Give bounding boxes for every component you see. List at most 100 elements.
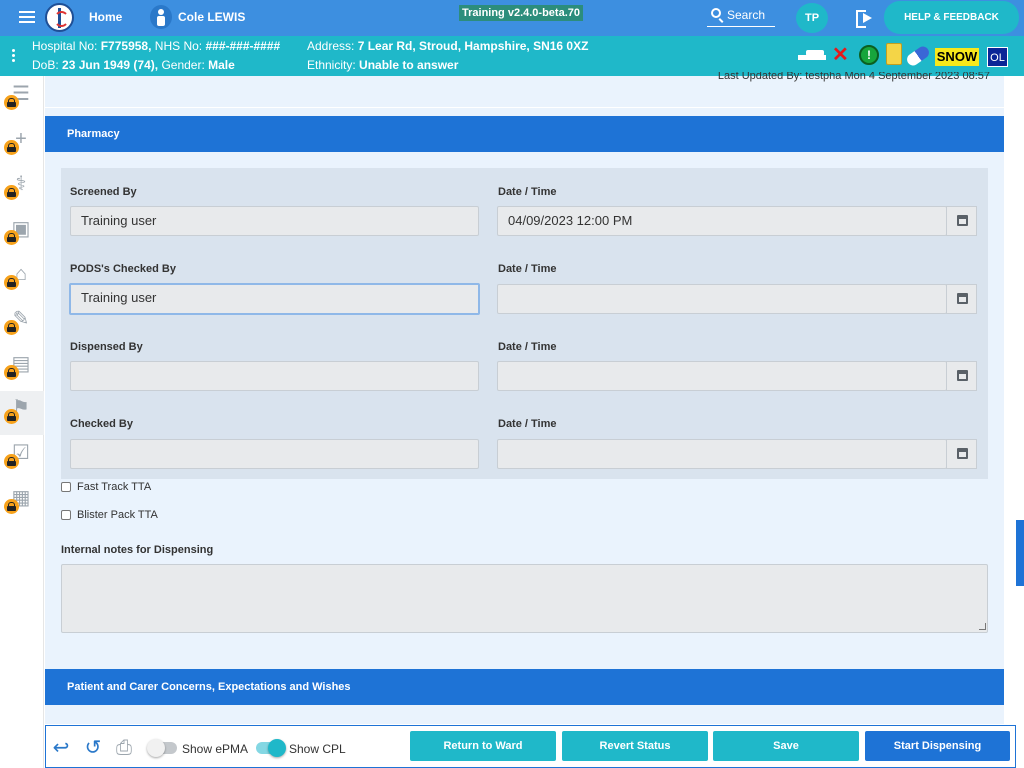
address-label: Address: (307, 39, 355, 53)
hospital-nhs-line: Hospital No: F775958, NHS No: ###-###-##… (32, 39, 280, 53)
internal-notes-textarea[interactable] (61, 564, 988, 633)
concerns-section-header[interactable]: Patient and Carer Concerns, Expectations… (45, 669, 1004, 705)
nhs-no-label: NHS No: (154, 39, 203, 53)
show-cpl-toggle[interactable] (256, 739, 286, 757)
screened-by-label: Screened By (70, 186, 137, 198)
show-cpl-label: Show CPL (289, 742, 346, 756)
pods-datetime-input[interactable] (497, 284, 947, 314)
version-badge: Training v2.4.0-beta.70 (459, 5, 583, 21)
start-dispensing-button[interactable]: Start Dispensing (865, 731, 1010, 761)
lock-icon (4, 275, 19, 290)
gender-label: Gender: (161, 58, 205, 72)
rail-item[interactable]: ⌂ (0, 257, 44, 301)
dispensed-calendar-button[interactable] (946, 361, 977, 391)
ethnicity-line: Ethnicity: Unable to answer (307, 58, 458, 72)
screened-by-input[interactable]: Training user (70, 206, 479, 236)
app-logo[interactable] (45, 3, 74, 32)
screened-datetime-input[interactable]: 04/09/2023 12:00 PM (497, 206, 947, 236)
screened-calendar-button[interactable] (946, 206, 977, 236)
patient-person-icon (150, 5, 172, 29)
search-label: Search (727, 8, 766, 22)
undo-icon[interactable]: ↩ (51, 738, 71, 758)
return-to-ward-button[interactable]: Return to Ward (410, 731, 556, 761)
internal-notes-label: Internal notes for Dispensing (61, 544, 214, 556)
help-feedback-button[interactable]: HELP & FEEDBACK (884, 1, 1019, 34)
pods-checked-by-input[interactable]: Training user (69, 283, 480, 315)
dob-label: DoB: (32, 58, 59, 72)
home-link[interactable]: Home (89, 10, 122, 24)
history-icon[interactable]: ↺ (83, 738, 103, 758)
blister-pack-row[interactable]: Blister Pack TTA (61, 509, 158, 521)
address-value: 7 Lear Rd, Stroud, Hampshire, SN16 0XZ (357, 39, 589, 53)
dispensed-by-input[interactable] (70, 361, 479, 391)
red-cross-icon[interactable]: ✕ (832, 45, 852, 65)
last-updated-text: Last Updated By: testpha Mon 4 September… (717, 72, 990, 82)
dob-value: 23 Jun 1949 (74), (62, 58, 159, 72)
toggle-knob (268, 739, 286, 757)
calendar-icon (957, 293, 968, 304)
rail-item[interactable]: ▤ (0, 347, 44, 391)
lock-icon (4, 185, 19, 200)
ethnicity-value: Unable to answer (359, 58, 459, 72)
calendar-icon (957, 448, 968, 459)
resize-grip-icon[interactable] (979, 623, 986, 630)
show-epma-toggle[interactable] (147, 739, 177, 757)
lock-icon (4, 499, 19, 514)
checked-by-input[interactable] (70, 439, 479, 469)
lock-icon (4, 230, 19, 245)
rail-item[interactable]: ▦ (0, 481, 44, 525)
rail-item[interactable]: ⚕ (0, 167, 44, 211)
rail-item[interactable]: ✎ (0, 302, 44, 346)
address-line: Address: 7 Lear Rd, Stroud, Hampshire, S… (307, 39, 588, 53)
left-nav-rail: ☰ + ⚕ ▣ ⌂ ✎ ▤ ⚑ ☑ ▦ (0, 76, 44, 768)
dispensed-by-label: Dispensed By (70, 341, 143, 353)
calendar-icon (957, 370, 968, 381)
dob-gender-line: DoB: 23 Jun 1949 (74), Gender: Male (32, 58, 235, 72)
dispensed-datetime-label: Date / Time (498, 341, 557, 353)
checked-calendar-button[interactable] (946, 439, 977, 469)
checked-datetime-input[interactable] (497, 439, 947, 469)
snow-flag[interactable]: SNOW (935, 48, 979, 66)
lock-icon (4, 140, 19, 155)
search-icon (711, 8, 721, 18)
blister-pack-label: Blister Pack TTA (77, 509, 158, 521)
more-options-icon[interactable] (12, 49, 16, 64)
save-button[interactable]: Save (713, 731, 859, 761)
rail-item[interactable]: ▣ (0, 212, 44, 256)
ethnicity-label: Ethnicity: (307, 58, 356, 72)
rail-item[interactable]: ☰ (0, 77, 44, 121)
bed-icon[interactable] (798, 47, 826, 64)
toggle-knob (147, 739, 165, 757)
footer-toolbar: ↩ ↺ ⎙ Show ePMA Show CPL Return to Ward … (45, 725, 1016, 768)
rail-item[interactable]: ⚑ (0, 391, 44, 435)
revert-status-button[interactable]: Revert Status (562, 731, 708, 761)
nhs-no-value: ###-###-#### (205, 39, 281, 53)
checked-by-label: Checked By (70, 418, 133, 430)
search-button[interactable]: Search (707, 5, 775, 27)
hospital-no-value: F775958, (100, 39, 152, 53)
medicine-jar-icon[interactable] (886, 43, 902, 65)
pharmacy-section-header[interactable]: Pharmacy (45, 116, 1004, 152)
user-avatar[interactable]: TP (796, 3, 828, 33)
rail-item[interactable]: + (0, 122, 44, 166)
hamburger-menu-icon[interactable] (19, 11, 35, 25)
fast-track-checkbox[interactable] (61, 482, 71, 493)
patient-name[interactable]: Cole LEWIS (178, 10, 245, 24)
fast-track-row[interactable]: Fast Track TTA (61, 481, 151, 493)
print-icon[interactable]: ⎙ (114, 738, 134, 758)
rail-item[interactable]: ☑ (0, 436, 44, 480)
checked-datetime-label: Date / Time (498, 418, 557, 430)
page-scrollbar[interactable] (1016, 520, 1024, 586)
dispensed-datetime-input[interactable] (497, 361, 947, 391)
show-epma-label: Show ePMA (182, 742, 249, 756)
logout-icon[interactable] (856, 9, 876, 28)
pods-calendar-button[interactable] (946, 284, 977, 314)
hospital-no-label: Hospital No: (32, 39, 98, 53)
ol-flag[interactable]: OL (987, 47, 1008, 67)
top-bar: Home Cole LEWIS Training v2.4.0-beta.70 … (0, 0, 1024, 36)
lock-icon (4, 320, 19, 335)
lock-icon (4, 409, 19, 424)
alert-icon[interactable]: ! (859, 45, 879, 65)
pods-checked-by-label: PODS's Checked By (70, 263, 176, 275)
blister-pack-checkbox[interactable] (61, 510, 71, 521)
